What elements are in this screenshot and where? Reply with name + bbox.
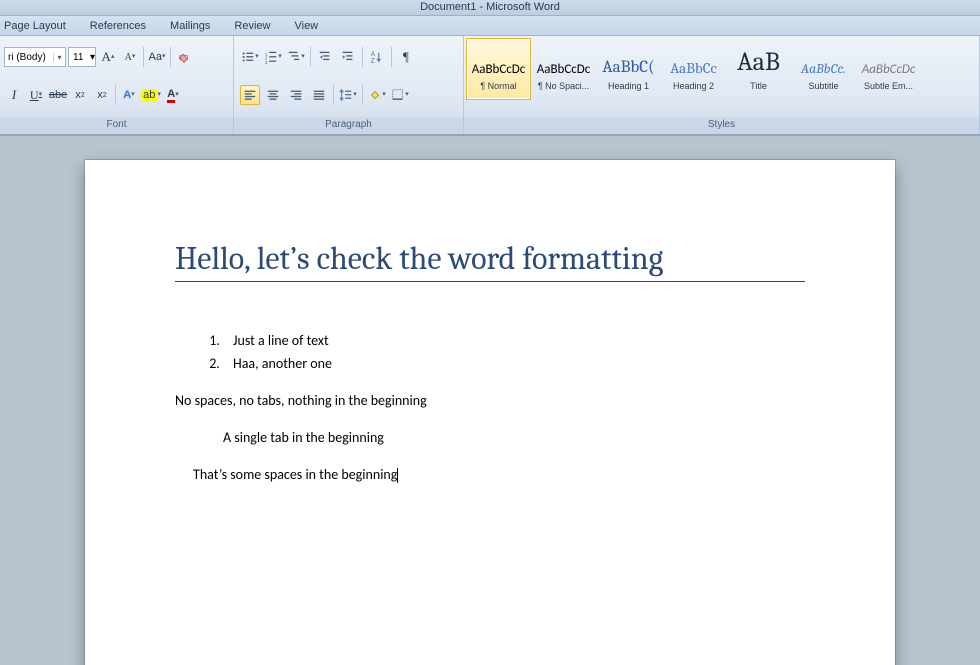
shading-button[interactable]: ▾ [367,85,387,105]
style-tile-subtle-em-[interactable]: AaBbCcDc Subtle Em... [856,38,921,100]
paint-bucket-icon [368,88,382,102]
font-color-button[interactable]: A▾ [163,85,183,105]
borders-icon [391,88,405,102]
text-effects-button[interactable]: A▾ [119,85,139,105]
line-spacing-icon [339,88,353,102]
style-preview: AaBbCc. [801,47,846,77]
change-case-button[interactable]: Aa▾ [147,47,167,67]
style-preview: AaBbCcDc [862,47,916,77]
style-tile-heading-2[interactable]: AaBbCc Heading 2 [661,38,726,100]
line-spacing-button[interactable]: ▾ [338,85,358,105]
underline-button[interactable]: U▾ [26,85,46,105]
ribbon: ri (Body) ▾ 11 ▾ A▴ A▾ Aa▾ I U▾ ab [0,36,980,136]
multilevel-icon [287,50,301,64]
align-left-button[interactable] [240,85,260,105]
align-right-icon [289,88,303,102]
paragraph-tab[interactable]: A single tab in the beginning [175,429,805,446]
svg-text:Z: Z [371,57,375,64]
indent-icon [341,50,355,64]
text-cursor [397,468,398,483]
clear-formatting-button[interactable] [174,47,194,67]
font-group-label: Font [0,117,233,134]
align-center-icon [266,88,280,102]
tab-mailings[interactable]: Mailings [170,20,210,32]
ribbon-group-styles: AaBbCcDc¶ NormalAaBbCcDc¶ No Spaci...AaB… [464,36,980,134]
style-caption: Heading 1 [597,81,660,91]
style-tile-title[interactable]: AaB Title [726,38,791,100]
list-item[interactable]: Just a line of text [223,332,805,349]
numbering-button[interactable]: 123▾ [263,47,283,67]
style-caption: Subtle Em... [857,81,920,91]
numbering-icon: 123 [264,50,278,64]
align-justify-icon [312,88,326,102]
align-justify-button[interactable] [309,85,329,105]
style-preview: AaBbCc [670,47,717,77]
style-preview: AaBbCcDc [537,47,591,77]
tab-review[interactable]: Review [234,20,270,32]
decrease-indent-button[interactable] [315,47,335,67]
show-paragraph-marks-button[interactable]: ¶ [396,47,416,67]
paragraph-group-label: Paragraph [234,117,463,134]
increase-indent-button[interactable] [338,47,358,67]
highlight-button[interactable]: ab▾ [141,85,161,105]
borders-button[interactable]: ▾ [390,85,410,105]
window-titlebar: Document1 - Microsoft Word [0,0,980,16]
font-family-value: ri (Body) [8,52,46,63]
list-item[interactable]: Haa, another one [223,355,805,372]
shrink-font-button[interactable]: A▾ [120,47,140,67]
multilevel-button[interactable]: ▾ [286,47,306,67]
outdent-icon [318,50,332,64]
align-left-icon [243,88,257,102]
style-preview: AaB [737,47,780,77]
style-tile--normal[interactable]: AaBbCcDc ¶ Normal [466,38,531,100]
ribbon-group-paragraph: ▾ 123▾ ▾ AZ ¶ [234,36,464,134]
dropdown-icon: ▾ [90,52,95,63]
font-size-value: 11 [73,52,83,63]
style-tile-subtitle[interactable]: AaBbCc. Subtitle [791,38,856,100]
document-title[interactable]: Hello, let’s check the word formatting [175,240,805,282]
subscript-button[interactable]: x2 [70,85,90,105]
eraser-icon [177,50,191,64]
tab-page-layout[interactable]: Page Layout [4,20,66,32]
sort-icon: AZ [370,50,384,64]
tab-references[interactable]: References [90,20,146,32]
style-tile-heading-1[interactable]: AaBbC( Heading 1 [596,38,661,100]
style-caption: ¶ Normal [467,81,530,91]
bullets-button[interactable]: ▾ [240,47,260,67]
superscript-button[interactable]: x2 [92,85,112,105]
document-page[interactable]: Hello, let’s check the word formatting J… [85,160,895,665]
style-caption: Title [727,81,790,91]
style-preview: AaBbCcDc [472,47,526,77]
italic-button[interactable]: I [4,85,24,105]
align-center-button[interactable] [263,85,283,105]
font-size-combo[interactable]: 11 ▾ [68,47,96,67]
tab-view[interactable]: View [294,20,318,32]
document-area[interactable]: Hello, let’s check the word formatting J… [0,136,980,665]
font-family-combo[interactable]: ri (Body) ▾ [4,47,66,67]
grow-font-button[interactable]: A▴ [98,47,118,67]
style-preview: AaBbC( [602,47,654,77]
sort-button[interactable]: AZ [367,47,387,67]
bullets-icon [241,50,255,64]
window-title: Document1 - Microsoft Word [0,0,980,14]
styles-group-label: Styles [464,117,979,134]
align-right-button[interactable] [286,85,306,105]
style-caption: Heading 2 [662,81,725,91]
dropdown-icon: ▾ [53,53,65,62]
paragraph-spaces[interactable]: That’s some spaces in the beginning [175,466,805,483]
style-caption: ¶ No Spaci... [532,81,595,91]
style-caption: Subtitle [792,81,855,91]
document-body[interactable]: Just a line of text Haa, another one No … [175,332,805,483]
paragraph-no-space[interactable]: No spaces, no tabs, nothing in the begin… [175,392,805,409]
ribbon-group-font: ri (Body) ▾ 11 ▾ A▴ A▾ Aa▾ I U▾ ab [0,36,234,134]
strikethrough-button[interactable]: abe [48,85,68,105]
ribbon-tabs: Page Layout References Mailings Review V… [0,16,980,36]
style-tile--no-spaci-[interactable]: AaBbCcDc ¶ No Spaci... [531,38,596,100]
svg-text:3: 3 [265,60,268,64]
